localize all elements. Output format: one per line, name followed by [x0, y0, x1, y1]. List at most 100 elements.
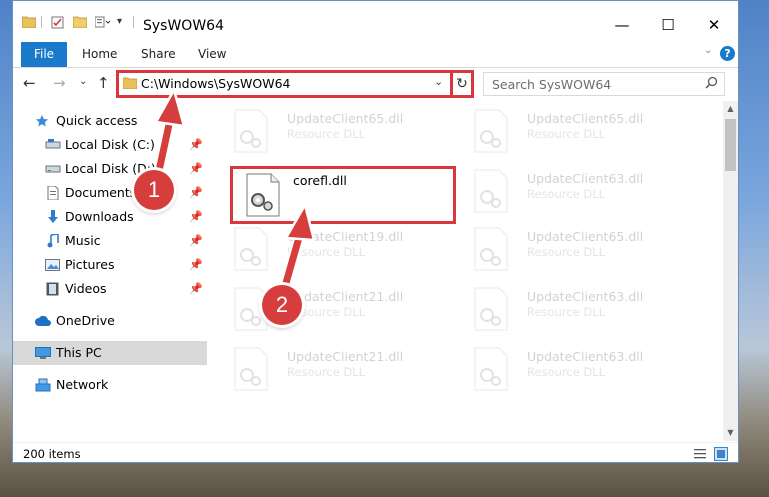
- folder-icon: [123, 77, 137, 89]
- tab-home[interactable]: Home: [82, 42, 117, 67]
- document-icon: [47, 186, 59, 200]
- status-bar: 200 items: [13, 442, 738, 462]
- folder-icon[interactable]: [22, 16, 36, 28]
- pin-icon: 📌: [189, 210, 203, 223]
- sidebar-item-local-disk-d[interactable]: Local Disk (D:) 📌: [13, 157, 207, 181]
- scroll-down-icon[interactable]: ▼: [723, 425, 738, 441]
- sidebar-item-videos[interactable]: Videos 📌: [13, 277, 207, 301]
- file-item[interactable]: UpdateClient65.dll Resource DLL: [471, 223, 681, 279]
- customize-toolbar-icon[interactable]: [95, 16, 111, 28]
- qa-dropdown-icon[interactable]: ▾: [117, 16, 122, 27]
- pictures-icon: [45, 259, 60, 271]
- sidebar-item-network[interactable]: Network: [13, 373, 207, 397]
- step-badge-2: 2: [262, 285, 302, 325]
- drive-icon: [45, 139, 61, 149]
- sidebar-item-label: Pictures: [65, 257, 115, 272]
- dll-file-icon: [234, 347, 268, 391]
- large-icons-view-icon[interactable]: [714, 447, 728, 461]
- recent-locations-button[interactable]: ⌄: [79, 76, 87, 87]
- vertical-scrollbar[interactable]: ▲ ▼: [723, 101, 738, 441]
- file-description: Resource DLL: [527, 305, 606, 319]
- dll-file-icon: [474, 169, 508, 213]
- sidebar-item-documents[interactable]: Documents 📌: [13, 181, 207, 205]
- navigation-bar: ← → ⌄ ↑ C:\Windows\SysWOW64 ⌄ ↻ Search S…: [13, 68, 738, 100]
- file-name: UpdateClient21.dll: [287, 289, 404, 304]
- sidebar-item-downloads[interactable]: Downloads 📌: [13, 205, 207, 229]
- file-name: UpdateClient63.dll: [527, 171, 644, 186]
- forward-button[interactable]: →: [53, 74, 66, 92]
- scroll-thumb[interactable]: [725, 119, 736, 171]
- new-folder-icon[interactable]: [73, 16, 87, 28]
- minimize-button[interactable]: —: [600, 13, 644, 37]
- dll-file-icon: [234, 227, 268, 271]
- file-name: UpdateClient65.dll: [527, 111, 644, 126]
- back-button[interactable]: ←: [23, 74, 36, 92]
- dll-file-icon: [474, 287, 508, 331]
- pin-icon: 📌: [189, 162, 203, 175]
- dll-file-icon: [234, 109, 268, 153]
- sidebar-item-local-disk-c[interactable]: Local Disk (C:) 📌: [13, 133, 207, 157]
- file-list: UpdateClient65.dll Resource DLL UpdateCl…: [217, 101, 724, 437]
- help-button[interactable]: ?: [720, 46, 735, 61]
- pin-icon: 📌: [189, 138, 203, 151]
- address-dropdown-icon[interactable]: ⌄: [434, 75, 443, 88]
- details-view-icon[interactable]: [693, 447, 707, 461]
- sidebar-item-label: Local Disk (C:): [65, 137, 155, 152]
- file-item[interactable]: UpdateClient63.dll Resource DLL: [471, 343, 681, 399]
- maximize-button[interactable]: ☐: [646, 13, 690, 37]
- sidebar-item-label: Network: [56, 377, 109, 392]
- properties-icon[interactable]: [51, 16, 65, 29]
- sidebar-item-music[interactable]: Music 📌: [13, 229, 207, 253]
- file-name: UpdateClient63.dll: [527, 349, 644, 364]
- file-item[interactable]: UpdateClient65.dll Resource DLL: [471, 105, 681, 161]
- tab-view[interactable]: View: [198, 42, 226, 67]
- sidebar-item-onedrive[interactable]: OneDrive: [13, 309, 207, 333]
- file-description: Resource DLL: [527, 187, 606, 201]
- file-description: Resource DLL: [287, 127, 366, 141]
- computer-icon: [35, 347, 51, 359]
- scroll-up-icon[interactable]: ▲: [723, 101, 738, 117]
- up-button[interactable]: ↑: [97, 74, 110, 92]
- sidebar-item-quick-access[interactable]: Quick access: [13, 109, 207, 133]
- navigation-pane: Quick access Local Disk (C:) 📌 Local Dis…: [13, 101, 207, 441]
- title-bar: ▾ SysWOW64 — ☐ ✕: [13, 1, 738, 42]
- drive-icon: [45, 165, 61, 173]
- cloud-icon: [35, 316, 51, 326]
- tab-file[interactable]: File: [21, 42, 67, 67]
- file-highlight-box: [230, 166, 456, 224]
- address-path[interactable]: C:\Windows\SysWOW64: [141, 76, 290, 91]
- file-item[interactable]: UpdateClient65.dll Resource DLL: [231, 105, 441, 161]
- file-item[interactable]: UpdateClient21.dll Resource DLL: [231, 343, 441, 399]
- sidebar-item-this-pc[interactable]: This PC: [13, 341, 207, 365]
- dll-file-icon: [474, 347, 508, 391]
- dll-file-icon: [474, 109, 508, 153]
- title-divider: [133, 16, 134, 28]
- pin-icon: 📌: [189, 186, 203, 199]
- file-name: UpdateClient21.dll: [287, 349, 404, 364]
- search-input[interactable]: Search SysWOW64: [483, 72, 725, 96]
- file-description: Resource DLL: [287, 245, 366, 259]
- file-name: UpdateClient63.dll: [527, 289, 644, 304]
- file-description: Resource DLL: [527, 365, 606, 379]
- step-badge-1: 1: [134, 170, 174, 210]
- refresh-button[interactable]: ↻: [450, 70, 474, 98]
- tab-share[interactable]: Share: [141, 42, 176, 67]
- file-item[interactable]: UpdateClient63.dll Resource DLL: [471, 283, 681, 339]
- sidebar-item-label: Quick access: [56, 113, 138, 128]
- sidebar-item-label: Music: [65, 233, 101, 248]
- file-description: Resource DLL: [527, 127, 606, 141]
- file-description: Resource DLL: [527, 245, 606, 259]
- search-icon[interactable]: [705, 76, 718, 89]
- sidebar-item-label: OneDrive: [56, 313, 115, 328]
- network-icon: [35, 378, 51, 392]
- file-item[interactable]: UpdateClient63.dll Resource DLL: [471, 165, 681, 221]
- close-button[interactable]: ✕: [692, 13, 736, 37]
- file-name: UpdateClient65.dll: [287, 111, 404, 126]
- sidebar-item-label: Videos: [65, 281, 107, 296]
- pin-icon: 📌: [189, 282, 203, 295]
- sidebar-item-pictures[interactable]: Pictures 📌: [13, 253, 207, 277]
- sidebar-item-label: Documents: [65, 185, 137, 200]
- expand-ribbon-icon[interactable]: ⌄: [704, 45, 712, 56]
- file-item[interactable]: UpdateClient19.dll Resource DLL: [231, 223, 441, 279]
- star-icon: [36, 115, 48, 127]
